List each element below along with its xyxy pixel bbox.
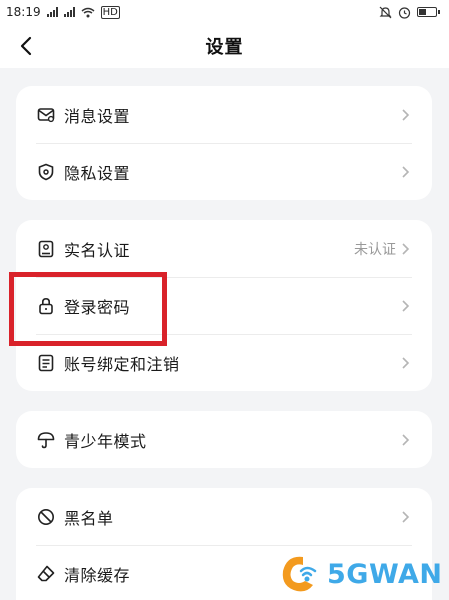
settings-item-label: 青少年模式 xyxy=(64,431,147,451)
settings-item-privacy[interactable]: 隐私设置 xyxy=(16,143,432,200)
umbrella-icon xyxy=(36,430,56,450)
signal-icon xyxy=(63,7,75,17)
chevron-right-icon xyxy=(402,510,410,523)
settings-item-login-password[interactable]: 登录密码 xyxy=(16,277,432,334)
status-bar: 18:19 HD xyxy=(0,0,449,24)
battery-icon xyxy=(417,7,440,17)
eraser-icon xyxy=(36,564,56,584)
watermark-text: 5GWAN xyxy=(327,558,443,590)
chevron-right-icon xyxy=(402,108,410,121)
network-type-badge: HD xyxy=(100,5,120,19)
id-card-icon xyxy=(36,239,56,259)
chevron-left-icon xyxy=(20,36,32,56)
status-left: 18:19 HD xyxy=(6,5,120,19)
settings-item-label: 消息设置 xyxy=(64,106,131,126)
settings-item-label: 登录密码 xyxy=(64,297,131,317)
document-icon xyxy=(36,353,56,373)
verification-status: 未认证 xyxy=(354,241,396,258)
back-button[interactable] xyxy=(10,30,42,62)
status-right xyxy=(379,6,440,19)
settings-item-label: 黑名单 xyxy=(64,508,114,528)
nav-bar: 设置 xyxy=(0,24,449,68)
signal-icon xyxy=(46,7,58,17)
chevron-right-icon xyxy=(402,433,410,446)
settings-item-label: 账号绑定和注销 xyxy=(64,354,180,374)
settings-item-youth-mode[interactable]: 青少年模式 xyxy=(16,411,432,468)
settings-item-label: 隐私设置 xyxy=(64,163,131,183)
settings-item-label: 实名认证 xyxy=(64,240,131,260)
alarm-icon xyxy=(398,6,411,19)
bell-muted-icon xyxy=(379,6,392,18)
settings-item-blacklist[interactable]: 黑名单 xyxy=(16,488,432,545)
settings-item-message[interactable]: 消息设置 xyxy=(16,86,432,143)
chevron-right-icon xyxy=(402,356,410,369)
wifi-icon xyxy=(81,7,95,17)
privacy-shield-icon xyxy=(36,162,56,182)
chevron-right-icon xyxy=(402,299,410,312)
settings-group-notifications: 消息设置 隐私设置 xyxy=(16,86,432,200)
status-time: 18:19 xyxy=(6,5,41,19)
settings-group-account: 实名认证 未认证 登录密码 账号绑定和注销 xyxy=(16,220,432,391)
settings-item-real-name[interactable]: 实名认证 未认证 xyxy=(16,220,432,277)
message-settings-icon xyxy=(36,105,56,125)
settings-group-youth: 青少年模式 xyxy=(16,411,432,468)
watermark-emblem-icon xyxy=(282,556,317,592)
page-title: 设置 xyxy=(205,37,244,58)
lock-icon xyxy=(36,296,56,316)
chevron-right-icon xyxy=(402,242,410,255)
chevron-right-icon xyxy=(402,165,410,178)
watermark-logo: 5GWAN xyxy=(273,548,449,600)
block-icon xyxy=(36,507,56,527)
settings-item-account-binding[interactable]: 账号绑定和注销 xyxy=(16,334,432,391)
